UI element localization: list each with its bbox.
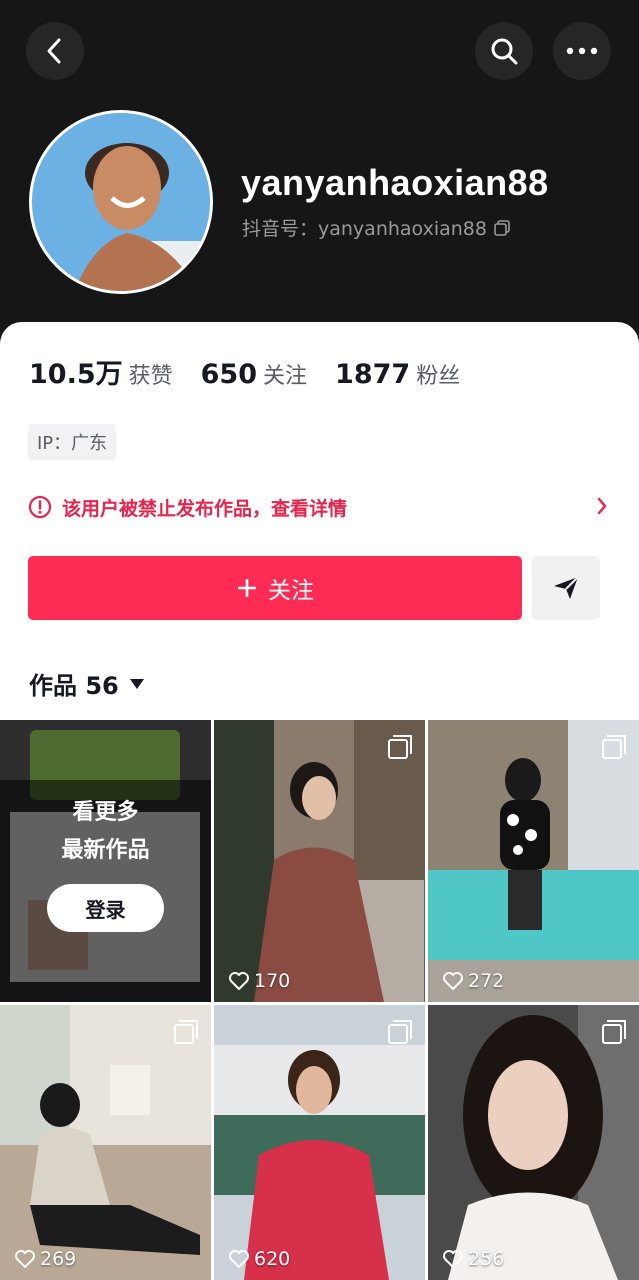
multi-image-icon <box>388 735 412 759</box>
grid-item[interactable]: 269 <box>0 1005 211 1280</box>
ban-notice-text: 该用户被禁止发布作品，查看详情 <box>62 497 348 520</box>
ip-location-tag: IP：广东 <box>28 424 117 460</box>
chevron-left-icon <box>47 38 61 64</box>
username: yanyanhaoxian88 <box>241 162 549 203</box>
heart-icon <box>229 972 249 990</box>
heart-icon <box>229 1250 249 1268</box>
overlay-line-2: 最新作品 <box>61 838 150 863</box>
post-thumbnail <box>0 1005 211 1280</box>
following-count[interactable]: 650 <box>201 359 257 390</box>
post-thumbnail <box>214 1005 425 1280</box>
plus-icon <box>238 579 256 597</box>
grid-item[interactable]: 272 <box>428 720 639 1002</box>
follow-label: 关注 <box>268 578 314 604</box>
post-thumbnail <box>428 720 639 1002</box>
multi-image-icon <box>602 735 626 759</box>
overlay-line-1: 看更多 <box>72 800 139 825</box>
more-button[interactable] <box>553 22 611 80</box>
copy-icon[interactable] <box>493 219 511 237</box>
tab-works[interactable]: 作品 56 <box>29 666 145 701</box>
multi-image-icon <box>174 1020 198 1044</box>
search-icon <box>491 38 518 65</box>
stats-row: 10.5万 获赞 650 关注 1877 粉丝 <box>29 352 488 391</box>
followers-count[interactable]: 1877 <box>335 359 410 390</box>
like-count-value: 170 <box>254 970 291 992</box>
like-count: 620 <box>228 1248 290 1270</box>
send-icon <box>554 576 579 599</box>
warning-circle-icon <box>28 495 52 519</box>
grid-item[interactable]: 170 <box>214 720 425 1002</box>
like-count-value: 256 <box>468 1248 505 1270</box>
multi-image-icon <box>388 1020 412 1044</box>
like-count-value: 272 <box>468 970 505 992</box>
multi-image-icon <box>602 1020 626 1044</box>
works-tab-label: 作品 56 <box>29 672 119 700</box>
post-thumbnail <box>428 1005 639 1280</box>
douyin-id-text: 抖音号：yanyanhaoxian88 <box>242 218 487 240</box>
chevron-right-icon <box>597 497 607 515</box>
heart-icon <box>15 1250 35 1268</box>
ban-notice[interactable]: 该用户被禁止发布作品，查看详情 <box>28 490 608 524</box>
like-count: 170 <box>228 970 290 992</box>
grid-item[interactable]: 620 <box>214 1005 425 1280</box>
heart-icon <box>443 1250 463 1268</box>
post-thumbnail <box>214 720 425 1002</box>
like-count: 269 <box>14 1248 76 1270</box>
grid-item-locked[interactable]: 看更多 最新作品 登录 <box>0 720 211 1002</box>
like-count: 256 <box>442 1248 504 1270</box>
back-button[interactable] <box>26 22 84 80</box>
followers-label[interactable]: 粉丝 <box>416 358 460 390</box>
heart-icon <box>443 972 463 990</box>
search-button[interactable] <box>475 22 533 80</box>
following-label[interactable]: 关注 <box>263 358 307 390</box>
more-horizontal-icon <box>566 47 598 55</box>
like-count: 272 <box>442 970 504 992</box>
avatar[interactable] <box>29 110 213 294</box>
avatar-image <box>32 113 210 291</box>
follow-button[interactable]: 关注 <box>28 556 522 620</box>
works-grid: 看更多 最新作品 登录 170 272 269 620 256 <box>0 720 639 1280</box>
like-count-value: 620 <box>254 1248 291 1270</box>
login-button[interactable]: 登录 <box>47 884 164 932</box>
likes-count: 10.5万 <box>29 359 123 390</box>
grid-item[interactable]: 256 <box>428 1005 639 1280</box>
like-count-value: 269 <box>40 1248 77 1270</box>
douyin-id: 抖音号：yanyanhaoxian88 <box>242 214 511 241</box>
likes-label: 获赞 <box>128 364 173 389</box>
caret-down-icon <box>129 678 144 689</box>
message-button[interactable] <box>532 556 600 620</box>
